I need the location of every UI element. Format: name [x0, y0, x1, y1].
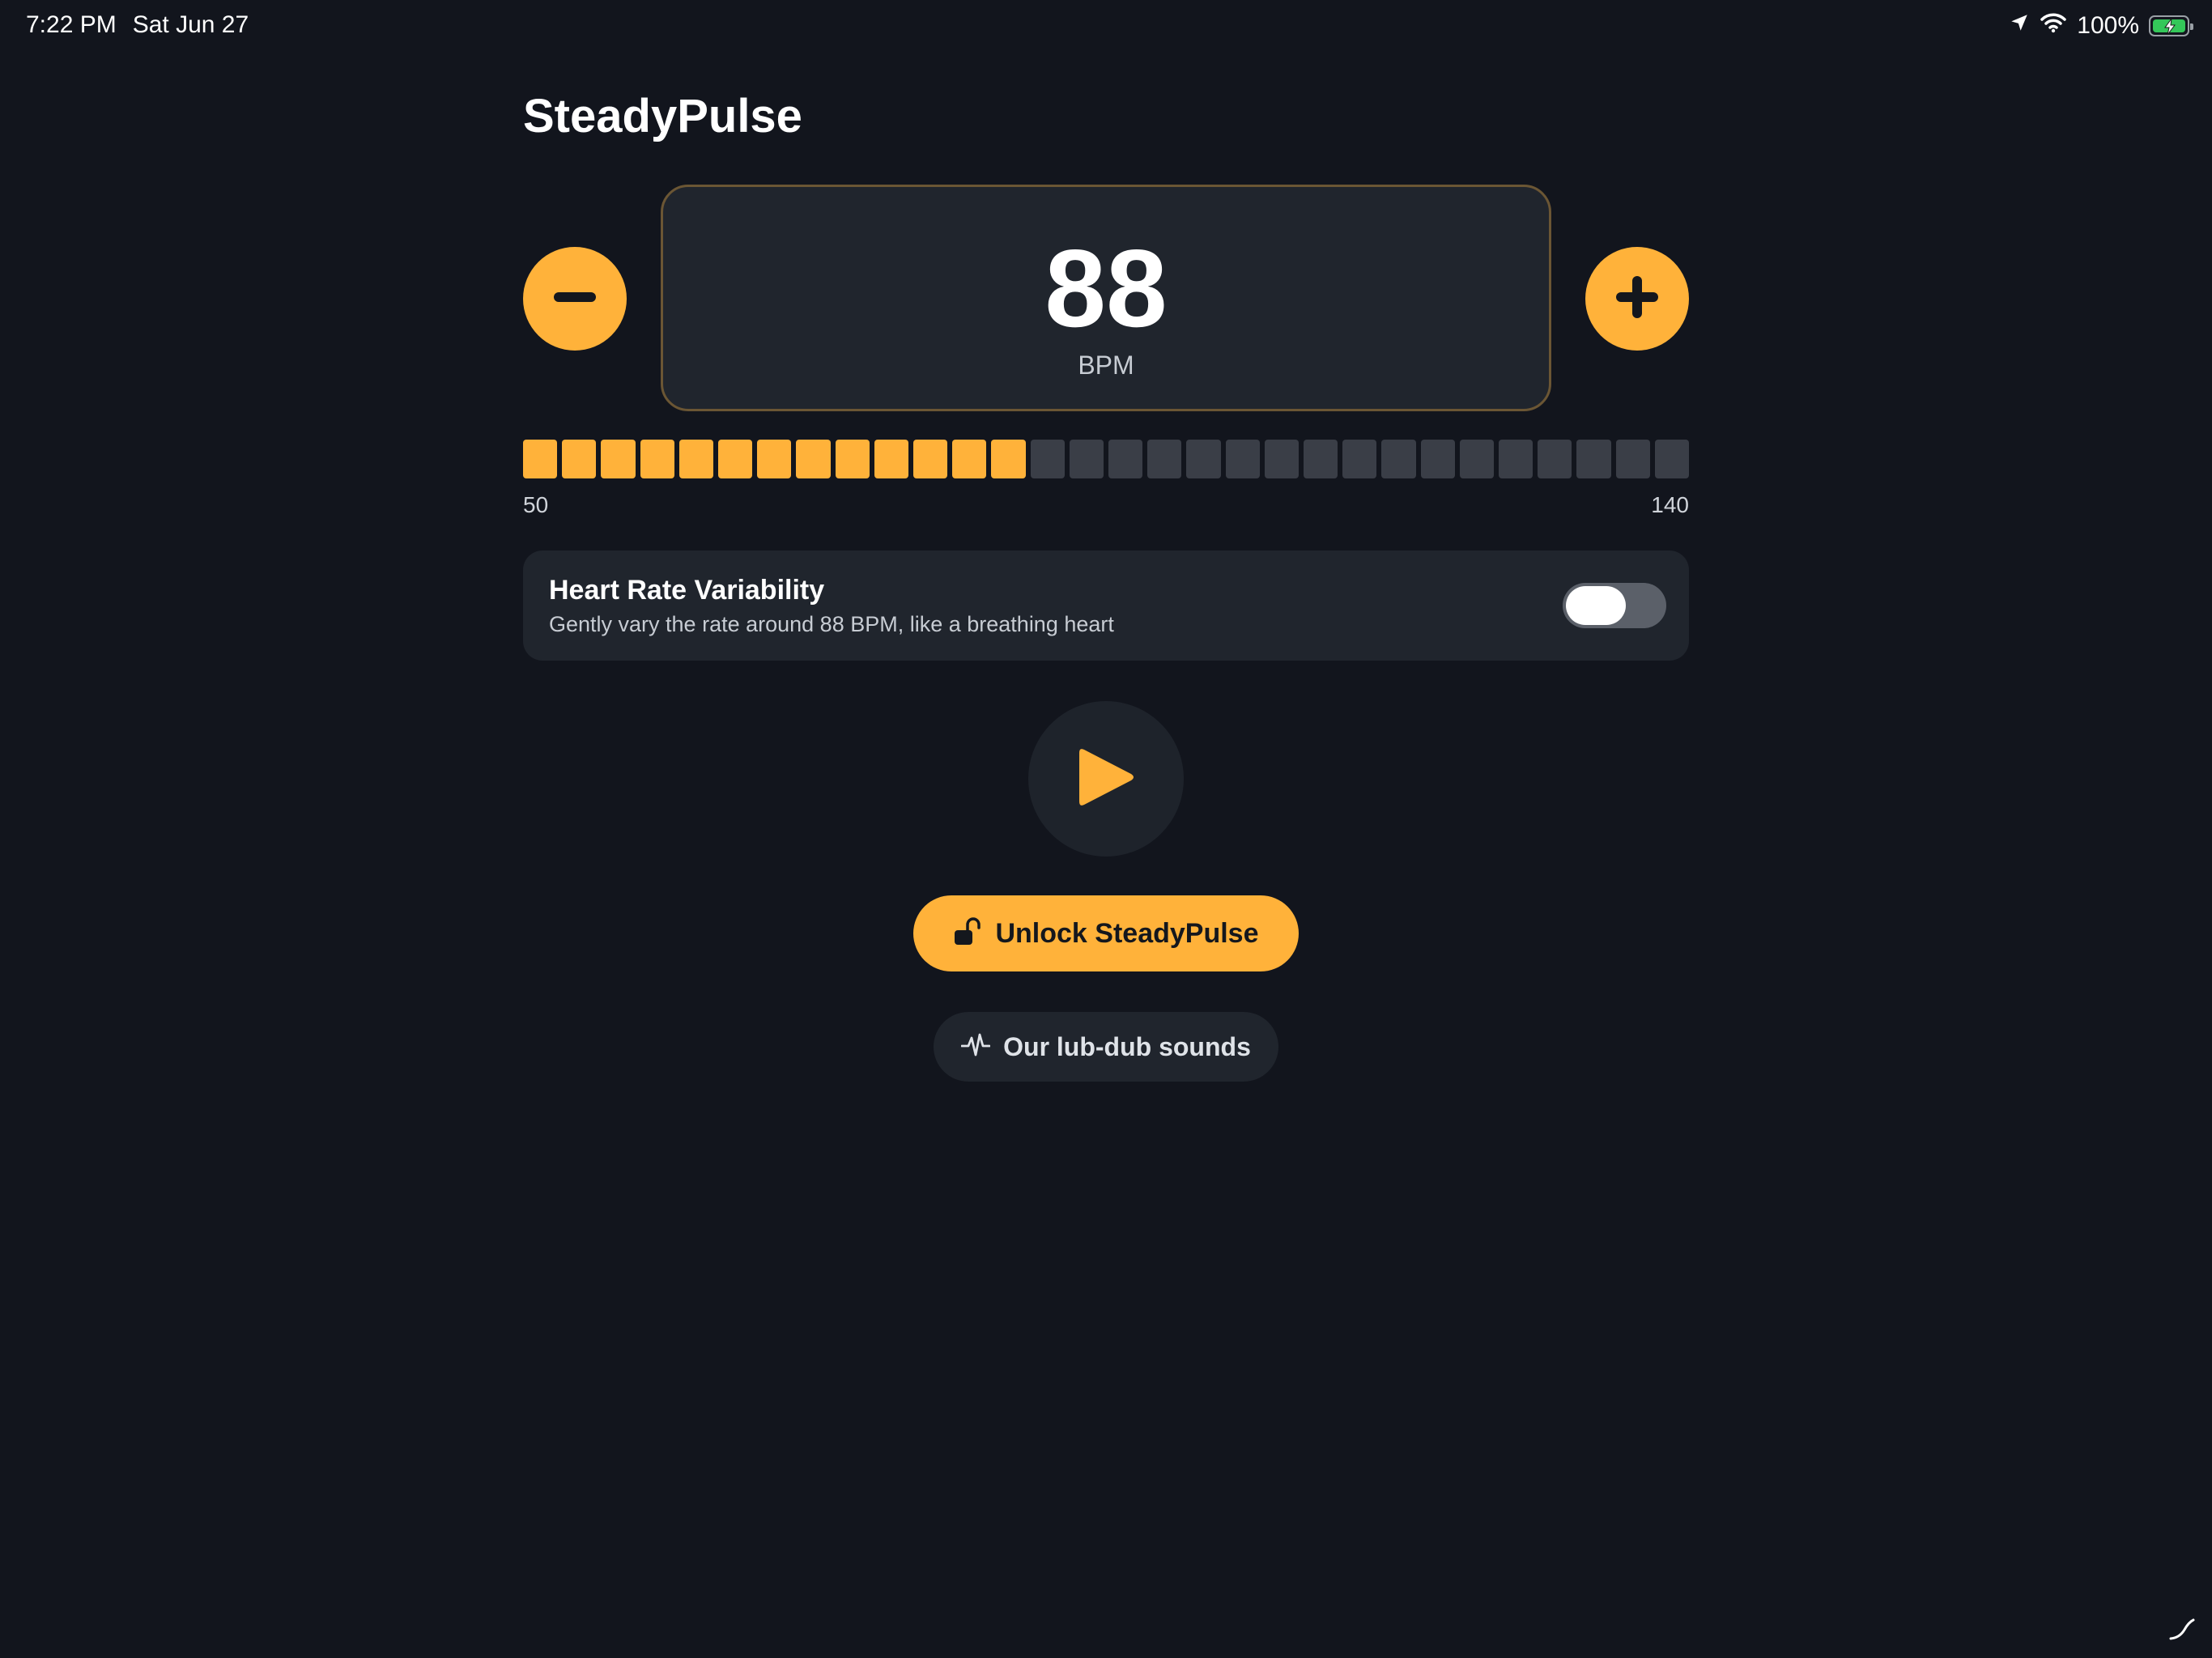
unlock-label: Unlock SteadyPulse [995, 917, 1259, 949]
bpm-segment-filled [523, 440, 558, 478]
play-button[interactable] [1028, 701, 1184, 857]
bpm-segment-empty [1459, 440, 1494, 478]
bpm-segment-filled [913, 440, 948, 478]
bpm-segment-filled [952, 440, 987, 478]
bpm-segment-empty [1420, 440, 1455, 478]
heartbeat-wave-icon [960, 1031, 991, 1064]
bpm-segment-filled [718, 440, 753, 478]
bpm-segment-empty [1615, 440, 1650, 478]
bpm-segment-filled [874, 440, 908, 478]
sounds-label: Our lub-dub sounds [1003, 1031, 1251, 1061]
lub-dub-sounds-button[interactable]: Our lub-dub sounds [934, 1012, 1278, 1082]
bpm-segment-empty [1538, 440, 1572, 478]
range-max-label: 140 [1651, 492, 1689, 517]
bpm-segment-empty [1069, 440, 1104, 478]
hrv-card: Heart Rate Variability Gently vary the r… [523, 551, 1689, 661]
bpm-segment-empty [1342, 440, 1377, 478]
bpm-segment-empty [1654, 440, 1689, 478]
bpm-range-bar[interactable] [523, 440, 1689, 478]
wifi-icon [2040, 12, 2067, 40]
status-bar-left: 7:22 PM Sat Jun 27 [26, 11, 265, 39]
unlock-icon [953, 916, 981, 950]
play-icon [1076, 745, 1136, 814]
bpm-segment-empty [1030, 440, 1065, 478]
status-bar-right: 100% [2009, 11, 2193, 40]
hrv-title: Heart Rate Variability [549, 575, 825, 606]
bpm-segment-filled [678, 440, 713, 478]
hrv-toggle[interactable] [1563, 583, 1666, 628]
bpm-unit-label: BPM [1078, 351, 1134, 380]
bpm-segment-empty [1108, 440, 1143, 478]
bpm-segment-empty [1225, 440, 1260, 478]
hrv-description: Gently vary the rate around 88 BPM, like… [549, 612, 1114, 636]
bpm-segment-empty [1147, 440, 1182, 478]
bpm-value: 88 [1044, 227, 1168, 350]
status-time: 7:22 PM [26, 11, 117, 38]
bpm-segment-empty [1499, 440, 1534, 478]
minus-icon [554, 291, 596, 306]
bpm-segment-filled [757, 440, 792, 478]
app-screen: 7:22 PM Sat Jun 27 100% SteadyPulse 88 B… [0, 0, 2212, 1658]
plus-icon [1616, 275, 1658, 322]
hrv-toggle-knob [1566, 586, 1626, 625]
location-arrow-icon [2009, 12, 2030, 40]
status-date: Sat Jun 27 [132, 11, 249, 38]
increase-bpm-button[interactable] [1585, 247, 1689, 351]
scribble-icon [2168, 1617, 2196, 1645]
page-title: SteadyPulse [523, 90, 802, 142]
bpm-segment-filled [796, 440, 831, 478]
bpm-segment-empty [1186, 440, 1221, 478]
range-min-label: 50 [523, 492, 549, 517]
unlock-button[interactable]: Unlock SteadyPulse [913, 895, 1299, 971]
bpm-segment-empty [1576, 440, 1611, 478]
bpm-segment-filled [601, 440, 636, 478]
decrease-bpm-button[interactable] [523, 247, 627, 351]
bpm-segment-empty [1381, 440, 1416, 478]
bpm-display: 88 BPM [661, 185, 1551, 411]
battery-percent: 100% [2077, 12, 2139, 39]
bpm-segment-empty [1264, 440, 1299, 478]
battery-charging-icon [2149, 15, 2193, 36]
bpm-segment-empty [1304, 440, 1338, 478]
bpm-segment-filled [835, 440, 870, 478]
bpm-segment-filled [991, 440, 1026, 478]
bpm-segment-filled [562, 440, 597, 478]
bpm-segment-filled [640, 440, 674, 478]
